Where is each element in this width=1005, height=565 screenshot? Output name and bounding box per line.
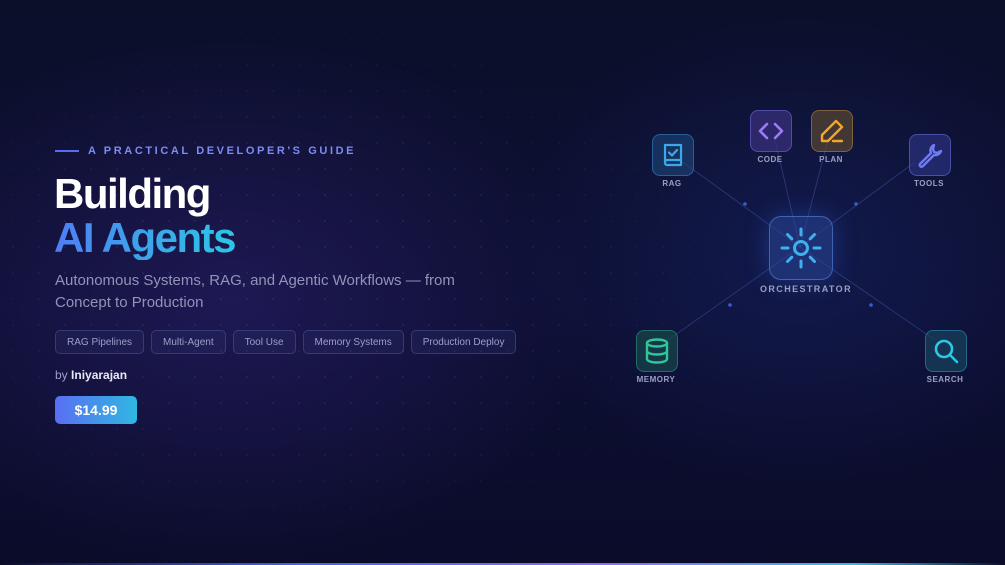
search-icon bbox=[934, 339, 959, 364]
rag-node[interactable] bbox=[652, 134, 694, 176]
memory-node[interactable] bbox=[636, 330, 678, 372]
plan-node[interactable] bbox=[811, 110, 853, 152]
connector-dot bbox=[743, 202, 747, 206]
sun-icon bbox=[780, 227, 822, 269]
database-icon bbox=[645, 338, 669, 364]
orchestrator-label: ORCHESTRATOR bbox=[760, 284, 852, 294]
wrench-icon bbox=[918, 143, 943, 168]
connector-lines bbox=[667, 139, 936, 341]
book-check-icon bbox=[663, 143, 683, 167]
orchestrator-node[interactable] bbox=[769, 216, 833, 280]
plan-label: PLAN bbox=[819, 155, 843, 164]
rag-label: RAG bbox=[662, 179, 682, 188]
code-brackets-icon bbox=[758, 122, 784, 140]
memory-label: MEMORY bbox=[636, 375, 676, 384]
connector-dot bbox=[728, 303, 732, 307]
tools-label: TOOLS bbox=[914, 179, 944, 188]
pencil-icon bbox=[820, 119, 844, 143]
search-label: SEARCH bbox=[926, 375, 964, 384]
code-node[interactable] bbox=[750, 110, 792, 152]
connector-dot bbox=[854, 202, 858, 206]
search-node[interactable] bbox=[925, 330, 967, 372]
tools-node[interactable] bbox=[909, 134, 951, 176]
agent-diagram: ORCHESTRATOR RAG CODE PLAN TOOLS MEMORY … bbox=[0, 0, 1005, 565]
connector-dot bbox=[869, 303, 873, 307]
